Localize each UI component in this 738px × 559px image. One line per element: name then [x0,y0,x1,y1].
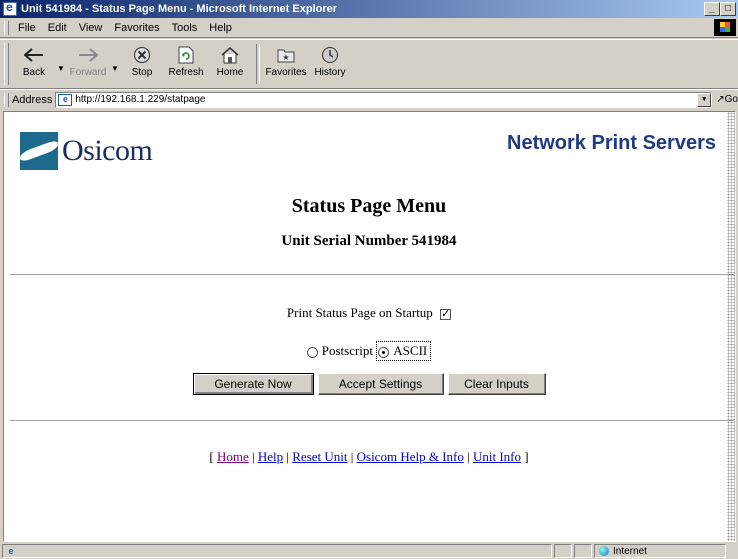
ascii-option: ASCII [376,341,432,361]
bracket-close: ] [524,449,529,464]
forward-button[interactable]: Forward [66,40,110,86]
go-button[interactable]: ↗Go [716,94,738,105]
zone-label: Internet [613,545,647,557]
stop-button[interactable]: Stop [120,40,164,86]
favorites-icon: ★ [275,44,297,66]
window-title: Unit 541984 - Status Page Menu - Microso… [21,3,338,15]
stop-label: Stop [131,67,153,78]
page-title: Status Page Menu [291,195,447,217]
svg-text:★: ★ [282,53,289,62]
divider-bottom [10,420,734,422]
home-link[interactable]: Home [217,449,249,464]
startup-option: Print Status Page on Startup [10,305,728,321]
address-dropdown-button[interactable]: ▼ [697,92,712,107]
page-content: Osicom Network Print Servers Status Page… [3,111,736,542]
refresh-icon [175,44,197,66]
toolbar-separator [256,44,260,84]
status-pane-2 [574,544,592,558]
go-label: Go [724,94,738,105]
back-dropdown[interactable]: ▼ [56,40,66,86]
refresh-button[interactable]: Refresh [164,40,208,86]
globe-icon [599,546,609,556]
clear-inputs-button[interactable]: Clear Inputs [447,373,546,395]
menu-bar: File Edit View Favorites Tools Help [0,18,738,38]
osicom-logo-icon [20,132,58,170]
go-arrow-icon: ↗ [716,94,725,105]
osicom-logo: Osicom [20,132,153,170]
ie-icon [3,0,17,16]
menu-file[interactable]: File [12,22,42,34]
refresh-label: Refresh [168,67,204,78]
divider-top [10,274,734,276]
menu-grip [4,20,9,35]
status-pane-1 [554,544,572,558]
ascii-label: ASCII [393,343,428,358]
menu-view[interactable]: View [73,22,109,34]
startup-checkbox[interactable] [440,307,452,320]
window-controls: _ □ [704,2,736,16]
unit-info-link[interactable]: Unit Info [473,449,521,464]
link-separator: | [252,449,255,464]
scrollbar-track[interactable] [727,112,735,541]
standard-toolbar: Back ▼ Forward ▼ Stop Refresh Home ★ Fav… [0,39,738,89]
help-link[interactable]: Help [258,449,283,464]
home-button[interactable]: Home [208,40,252,86]
link-separator: | [286,449,290,464]
serial-number: Unit Serial Number 541984 [281,233,457,249]
address-grip [4,92,9,107]
history-icon [319,44,341,66]
bracket-open: [ [209,449,214,464]
footer-links: [ Home | Help | Reset Unit | Osicom Help… [10,449,728,465]
accept-settings-button[interactable]: Accept Settings [317,373,444,395]
forward-arrow-icon [77,44,99,66]
startup-label: Print Status Page on Startup [286,305,433,320]
ascii-radio[interactable] [378,346,390,358]
generate-now-button[interactable]: Generate Now [192,373,314,395]
windows-logo-icon [714,19,736,36]
status-bar: e Internet [0,543,738,559]
stop-icon [131,44,153,66]
page-body: Osicom Network Print Servers Status Page… [10,112,734,541]
action-buttons: Generate Now Accept Settings Clear Input… [10,373,728,395]
menu-edit[interactable]: Edit [42,22,73,34]
postscript-radio[interactable] [306,346,318,358]
format-options: Postscript ASCII [10,341,728,361]
favorites-label: Favorites [265,67,307,78]
toolbar-grip [4,43,9,85]
minimize-button[interactable]: _ [704,2,720,16]
page-icon: e [58,93,73,106]
title-bar: Unit 541984 - Status Page Menu - Microso… [0,0,738,18]
reset-unit-link[interactable]: Reset Unit [292,449,347,464]
back-button[interactable]: Back [12,40,56,86]
link-separator: | [350,449,354,464]
osicom-help-link[interactable]: Osicom Help & Info [357,449,464,464]
history-button[interactable]: History [308,40,352,86]
forward-label: Forward [69,67,107,78]
forward-dropdown[interactable]: ▼ [110,40,120,86]
maximize-button[interactable]: □ [720,2,736,16]
link-separator: | [467,449,470,464]
postscript-label: Postscript [321,343,374,358]
menu-favorites[interactable]: Favorites [108,22,165,34]
logo-text: Osicom [62,134,153,167]
history-label: History [314,67,346,78]
page-status-icon: e [8,545,14,556]
back-label: Back [22,67,46,78]
security-zone: Internet [594,544,726,558]
address-input[interactable]: e http://192.168.1.229/statpage ▼ [55,91,713,108]
brand-heading: Network Print Servers [507,132,716,154]
menu-tools[interactable]: Tools [166,22,204,34]
home-label: Home [216,67,244,78]
home-icon [219,44,241,66]
back-arrow-icon [23,44,45,66]
menu-help[interactable]: Help [203,22,238,34]
favorites-button[interactable]: ★ Favorites [264,40,308,86]
address-url: http://192.168.1.229/statpage [75,94,206,105]
status-text-pane: e [2,544,552,558]
address-label: Address [11,93,53,106]
address-bar: Address e http://192.168.1.229/statpage … [0,89,738,109]
